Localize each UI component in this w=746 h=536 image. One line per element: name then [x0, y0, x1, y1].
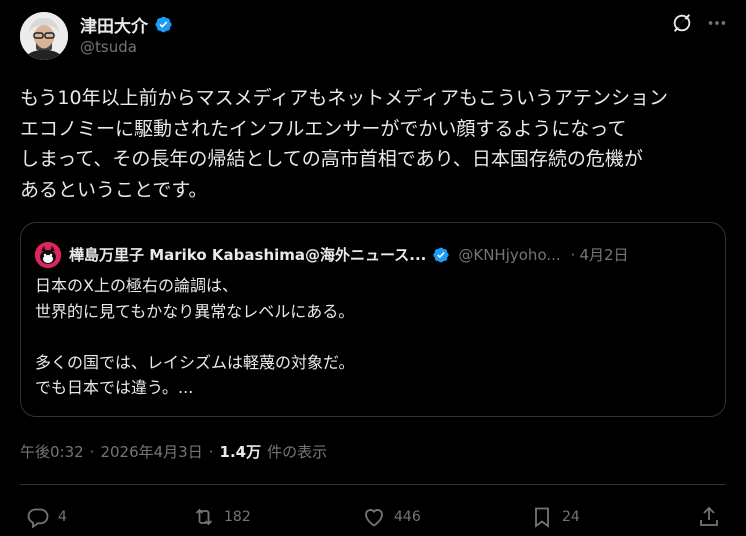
like-count: 446 — [394, 509, 421, 525]
quote-text: 日本のX上の極右の論調は、 世界的に見てもかなり異常なレベルにある。 多くの国で… — [35, 276, 355, 397]
author-name-text[interactable]: 津田大介 — [80, 12, 148, 37]
verified-badge-icon — [433, 247, 450, 262]
reply-count: 4 — [58, 509, 67, 525]
tweet-time[interactable]: 午後0:32 — [20, 441, 84, 462]
quote-author-avatar[interactable] — [35, 242, 61, 268]
bookmark-button[interactable]: 24 — [530, 505, 580, 529]
quote-author-name[interactable]: 樺島万里子 Mariko Kabashima@海外ニュース... — [69, 244, 426, 265]
author-display-name[interactable]: 津田大介 — [80, 12, 173, 37]
share-button[interactable] — [697, 505, 721, 529]
author-avatar[interactable] — [20, 12, 68, 60]
reply-icon — [27, 508, 49, 529]
more-icon[interactable] — [706, 12, 728, 34]
separator-dot: · — [208, 442, 214, 461]
quote-header: 樺島万里子 Mariko Kabashima@海外ニュース... @KNHjyo… — [69, 244, 629, 265]
quote-date[interactable]: 4月2日 — [579, 244, 628, 265]
grok-icon[interactable] — [671, 12, 693, 34]
verified-badge-icon — [155, 16, 172, 33]
separator-dot: · — [89, 442, 95, 461]
repost-icon — [195, 508, 213, 526]
tweet-date[interactable]: 2026年4月3日 — [100, 441, 202, 462]
repost-button[interactable]: 182 — [192, 505, 251, 529]
author-handle[interactable]: @tsuda — [80, 38, 137, 56]
like-icon — [365, 509, 383, 527]
tweet-text: もう10年以上前からマスメディアもネットメディアもこういうアテンション エコノミ… — [20, 87, 668, 201]
quote-author-handle[interactable]: @KNHjyoho... — [458, 246, 560, 264]
views-label: 件の表示 — [267, 443, 328, 461]
bookmark-count: 24 — [562, 509, 580, 525]
tweet-meta: 午後0:32 · 2026年4月3日 · 1.4万 件の表示 — [20, 441, 327, 462]
reply-button[interactable]: 4 — [26, 505, 67, 529]
separator-dot: · — [570, 245, 576, 264]
quoted-tweet[interactable]: 樺島万里子 Mariko Kabashima@海外ニュース... @KNHjyo… — [20, 222, 726, 417]
bookmark-icon — [535, 507, 549, 528]
repost-count: 182 — [224, 509, 251, 525]
views-count: 1.4万 — [219, 443, 262, 461]
share-icon — [700, 506, 718, 526]
like-button[interactable]: 446 — [362, 505, 421, 529]
divider — [20, 484, 726, 485]
